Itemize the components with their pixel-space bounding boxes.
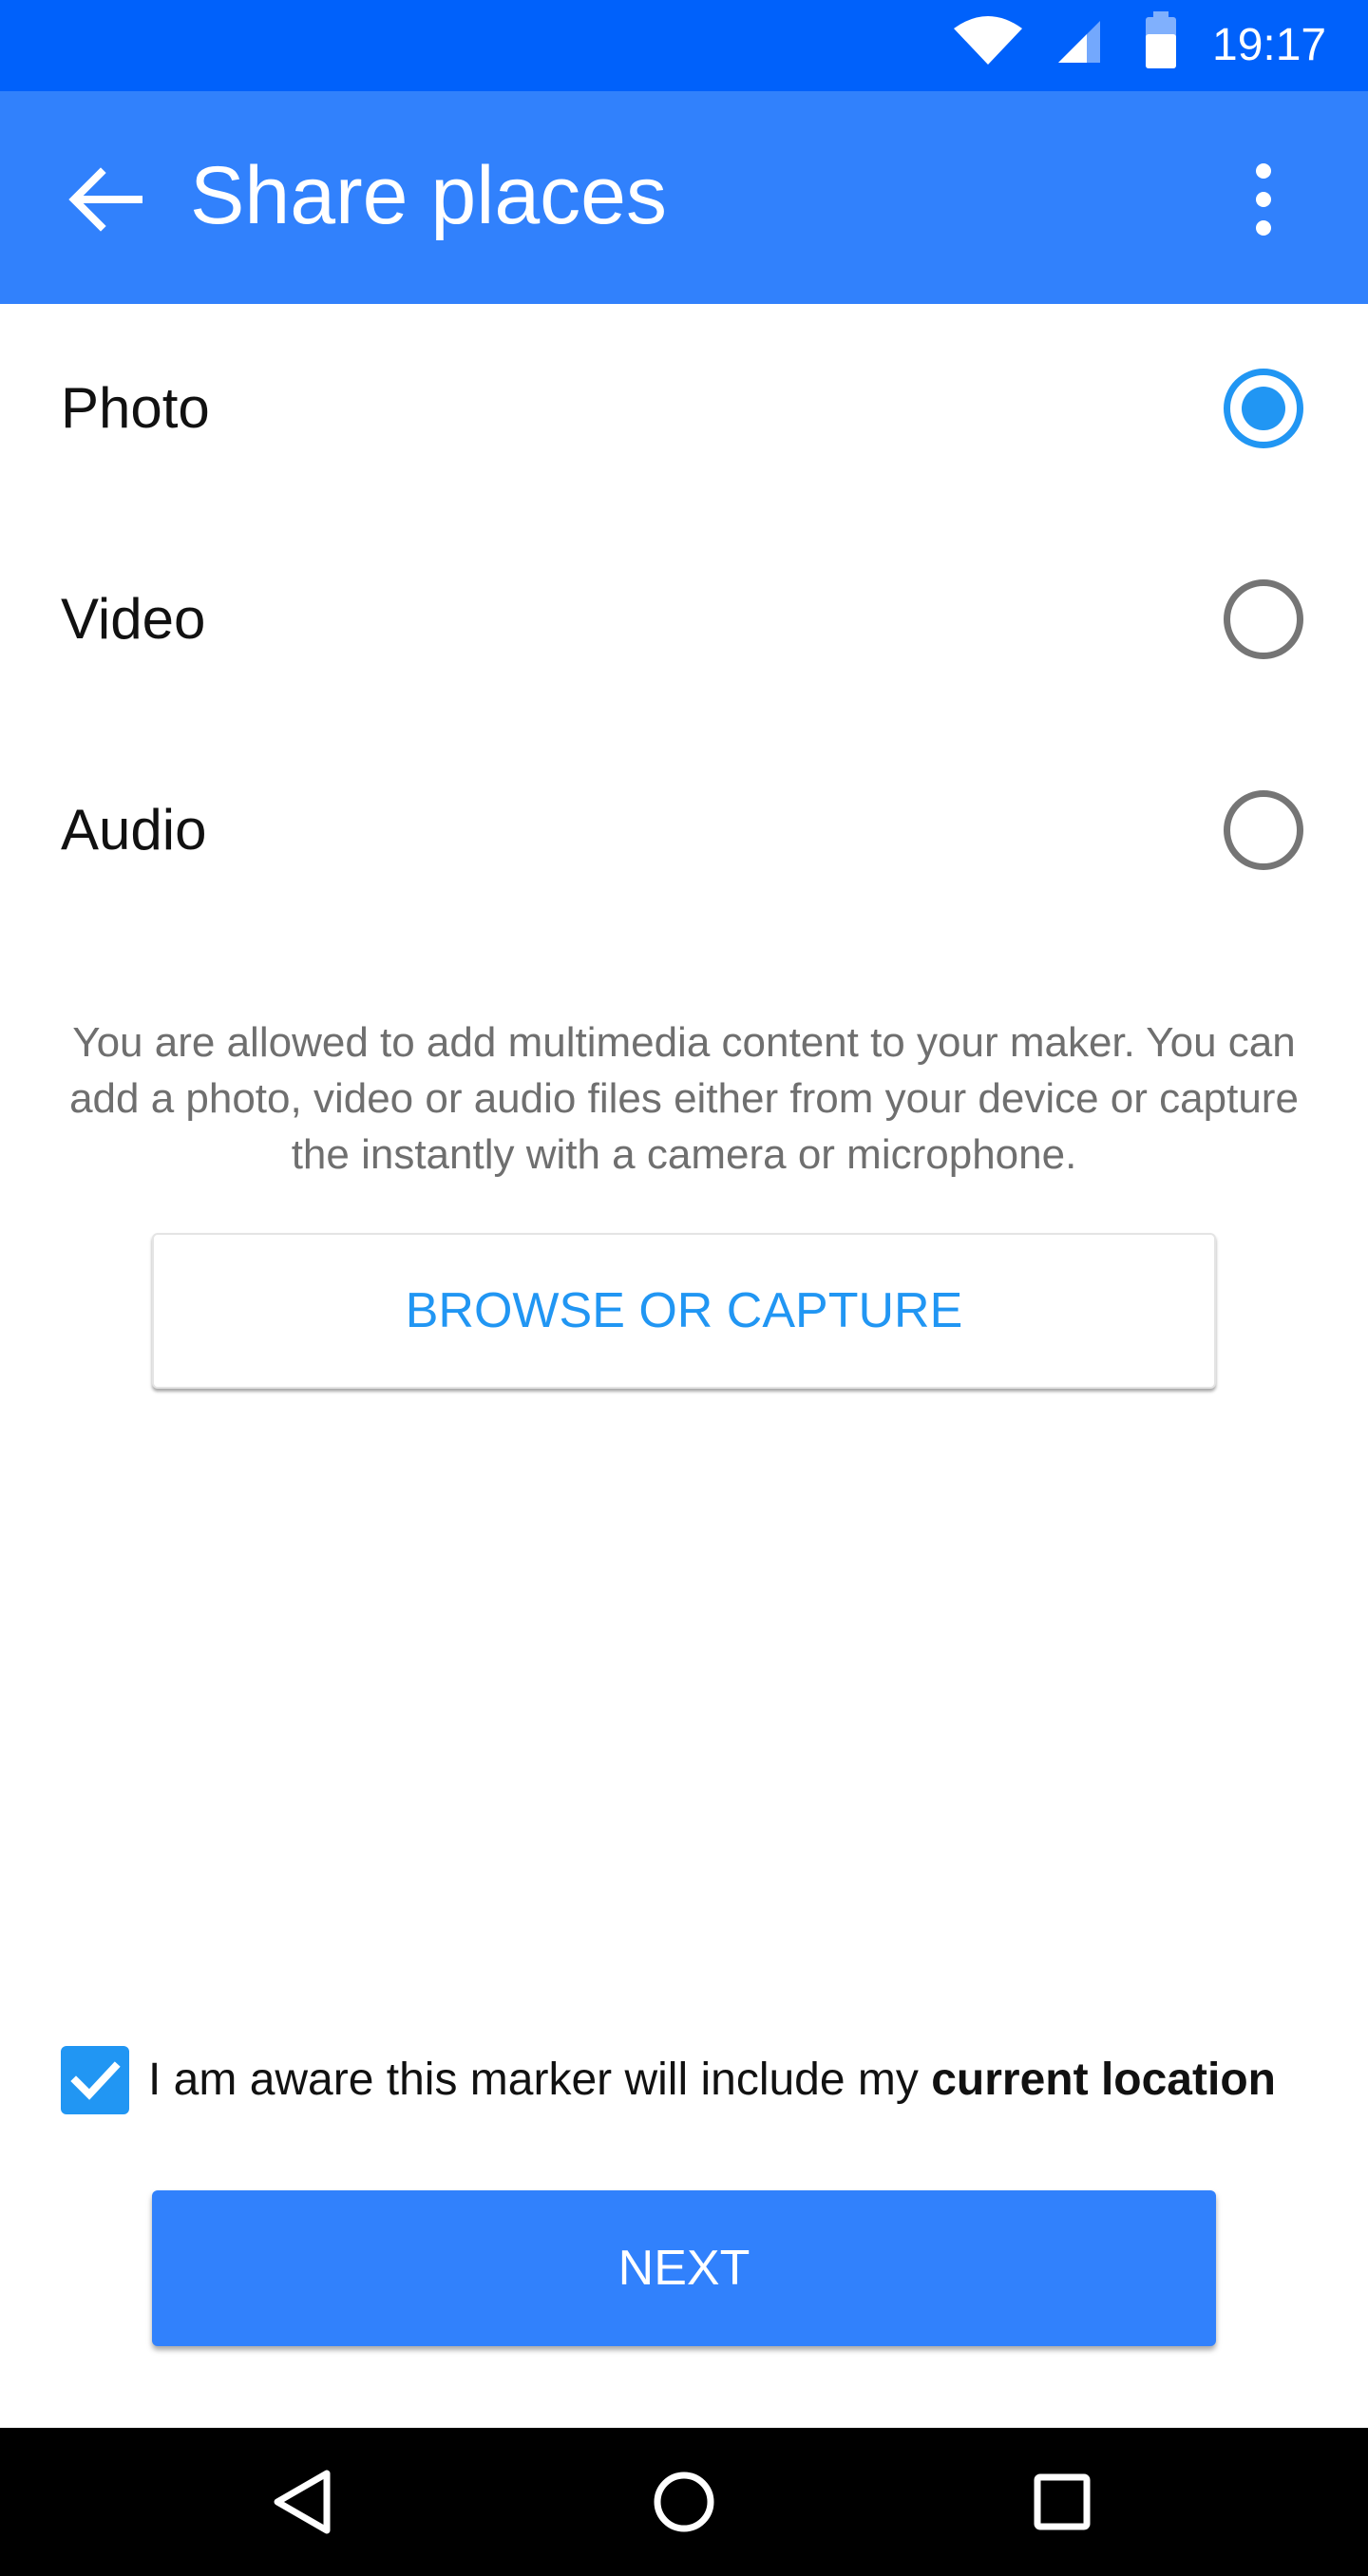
radio-audio[interactable]	[1224, 790, 1303, 870]
awareness-text: I am aware this marker will include my c…	[148, 2042, 1276, 2118]
checkmark-icon	[70, 2061, 121, 2100]
awareness-text-bold: current location	[931, 2055, 1276, 2105]
option-label: Photo	[61, 376, 210, 440]
system-nav-bar	[0, 2428, 1368, 2576]
awareness-text-prefix: I am aware this marker will include my	[148, 2055, 919, 2105]
page-title: Share places	[190, 150, 667, 241]
browse-or-capture-button[interactable]: BROWSE OR CAPTURE	[152, 1233, 1216, 1389]
status-time: 19:17	[1212, 20, 1327, 70]
option-audio[interactable]: Audio	[0, 735, 1368, 925]
arrow-back-icon[interactable]	[59, 154, 150, 245]
battery-icon	[1146, 11, 1176, 68]
status-bar: 19:17	[0, 0, 1368, 91]
awareness-checkbox[interactable]	[61, 2046, 129, 2114]
option-video[interactable]: Video	[0, 524, 1368, 714]
more-vert-icon[interactable]	[1235, 154, 1292, 245]
next-button[interactable]: NEXT	[152, 2190, 1216, 2346]
nav-back-icon[interactable]	[255, 2454, 350, 2549]
cell-signal-icon	[1058, 21, 1100, 63]
description-text: You are allowed to add multimedia conten…	[69, 1019, 1299, 1178]
radio-video[interactable]	[1224, 579, 1303, 659]
option-photo[interactable]: Photo	[0, 313, 1368, 503]
awareness-row[interactable]: I am aware this marker will include my c…	[0, 2042, 1368, 2118]
wifi-icon	[954, 16, 1022, 65]
option-label: Audio	[61, 798, 207, 862]
radio-photo[interactable]	[1224, 369, 1303, 448]
nav-home-icon[interactable]	[636, 2454, 732, 2549]
option-label: Video	[61, 587, 206, 651]
nav-recents-icon[interactable]	[1015, 2454, 1110, 2549]
app-bar: Share places	[0, 91, 1368, 304]
